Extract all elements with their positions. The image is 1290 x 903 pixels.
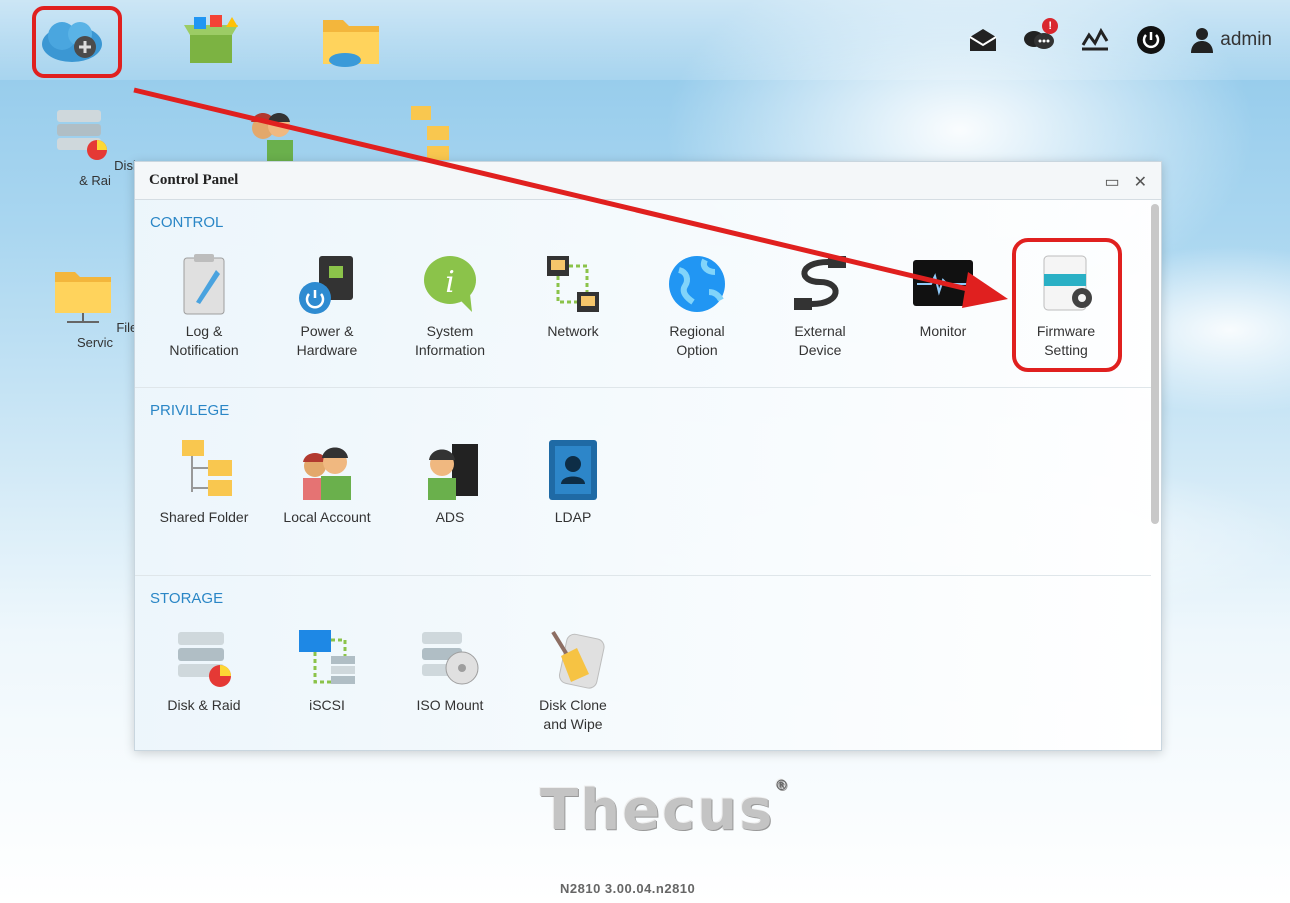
annotation-arrow bbox=[133, 87, 1008, 308]
